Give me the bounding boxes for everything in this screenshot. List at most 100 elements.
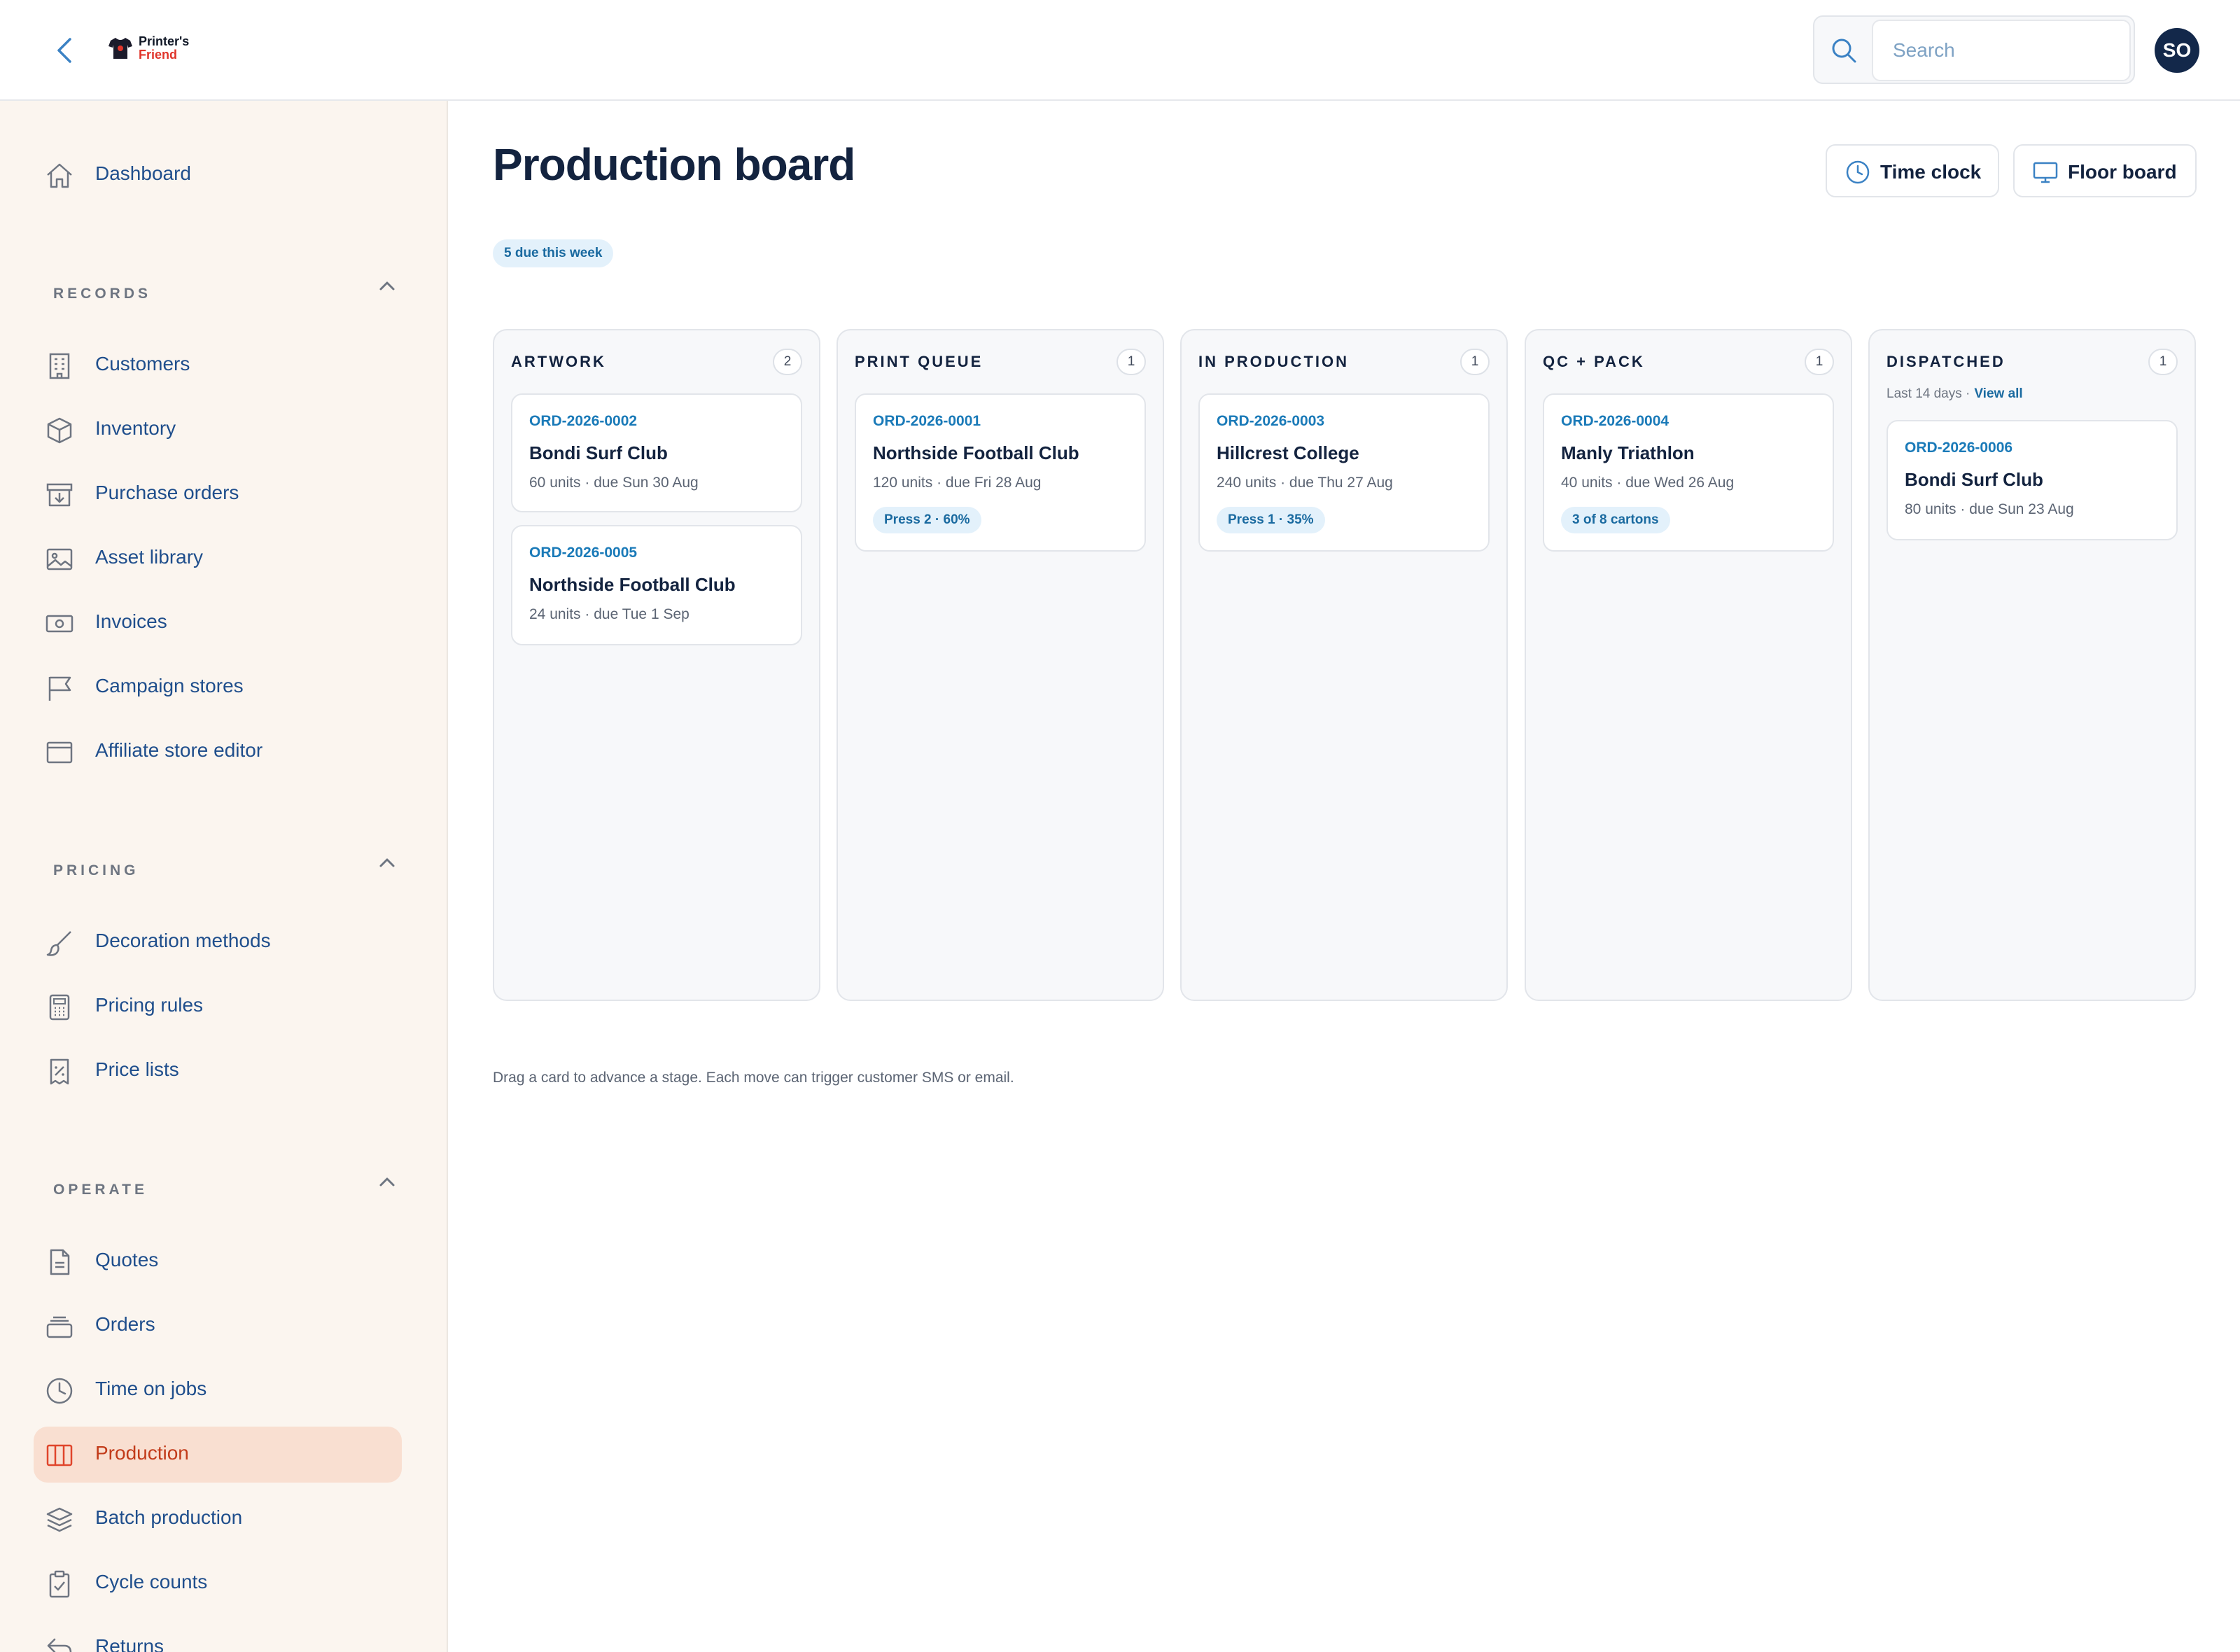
column-title: DISPATCHED bbox=[1886, 353, 2005, 370]
customer-name: Bondi Surf Club bbox=[1905, 469, 2043, 490]
customer-name: Hillcrest College bbox=[1217, 442, 1359, 463]
board-column-qc-pack: QC + PACK 1 ORD-2026-0004 Manly Triathlo… bbox=[1525, 329, 1852, 1001]
image-icon bbox=[46, 548, 73, 570]
due-this-week-badge: 5 due this week bbox=[493, 239, 614, 267]
receipt-percent-icon bbox=[50, 1058, 69, 1085]
sidebar-item-price-lists[interactable]: Price lists bbox=[34, 1043, 402, 1099]
search-icon[interactable] bbox=[1830, 36, 1858, 64]
sidebar-item-label: Orders bbox=[95, 1313, 155, 1335]
order-id-link[interactable]: ORD-2026-0003 bbox=[1217, 413, 1324, 430]
sidebar-item-campaign-stores[interactable]: Campaign stores bbox=[34, 659, 402, 715]
logo-line-1: Printer's bbox=[139, 34, 190, 48]
time-clock-label: Time clock bbox=[1880, 161, 1982, 183]
order-id-link[interactable]: ORD-2026-0002 bbox=[529, 413, 637, 430]
monitor-icon bbox=[2033, 162, 2058, 183]
sidebar-item-label: Campaign stores bbox=[95, 675, 244, 696]
view-all-link[interactable]: View all bbox=[1974, 386, 2022, 401]
order-id-link[interactable]: ORD-2026-0001 bbox=[873, 413, 981, 430]
sidebar-item-label: Customers bbox=[95, 353, 190, 374]
floor-board-label: Floor board bbox=[2068, 161, 2177, 183]
chevron-left-icon bbox=[57, 38, 71, 63]
customer-name: Bondi Surf Club bbox=[529, 442, 668, 463]
order-card[interactable]: ORD-2026-0003 Hillcrest College 240 unit… bbox=[1198, 393, 1490, 552]
sidebar-item-pricing-rules[interactable]: Pricing rules bbox=[34, 979, 402, 1035]
column-title: PRINT QUEUE bbox=[855, 353, 983, 370]
column-count-badge: 1 bbox=[1460, 349, 1490, 375]
tshirt-logo-icon bbox=[108, 38, 132, 59]
section-title-operate: OPERATE bbox=[53, 1182, 148, 1198]
top-header: Printer's Friend SO bbox=[0, 0, 2240, 101]
box-icon bbox=[47, 417, 72, 444]
sidebar-item-customers[interactable]: Customers bbox=[34, 337, 402, 393]
order-meta: 240 units · due Thu 27 Aug bbox=[1217, 475, 1393, 491]
order-card[interactable]: ORD-2026-0002 Bondi Surf Club 60 units ·… bbox=[511, 393, 802, 512]
return-arrow-icon bbox=[47, 1638, 72, 1652]
back-button[interactable] bbox=[50, 34, 78, 67]
sidebar-item-asset-library[interactable]: Asset library bbox=[34, 531, 402, 587]
sidebar: Dashboard RECORDS Customers Inventory Pu… bbox=[0, 101, 448, 1652]
column-title: ARTWORK bbox=[511, 353, 606, 370]
columns-icon bbox=[46, 1444, 73, 1466]
app-logo[interactable]: Printer's Friend bbox=[108, 35, 189, 62]
logo-line-2: Friend bbox=[139, 48, 178, 62]
chevron-up-icon[interactable] bbox=[375, 851, 399, 875]
time-clock-button[interactable]: Time clock bbox=[1826, 144, 1999, 197]
sidebar-item-label: Inventory bbox=[95, 417, 176, 439]
sidebar-item-orders[interactable]: Orders bbox=[34, 1298, 402, 1354]
sidebar-item-returns[interactable]: Returns bbox=[34, 1620, 402, 1652]
section-title-pricing: PRICING bbox=[53, 862, 139, 878]
sidebar-item-label: Decoration methods bbox=[95, 930, 271, 951]
sidebar-item-decoration-methods[interactable]: Decoration methods bbox=[34, 914, 402, 970]
sidebar-item-cycle-counts[interactable]: Cycle counts bbox=[34, 1555, 402, 1611]
column-count-badge: 2 bbox=[773, 349, 802, 375]
order-card[interactable]: ORD-2026-0005 Northside Football Club 24… bbox=[511, 525, 802, 645]
sidebar-item-invoices[interactable]: Invoices bbox=[34, 595, 402, 651]
home-icon bbox=[47, 163, 72, 188]
progress-tag: Press 1 · 35% bbox=[1217, 507, 1325, 533]
order-meta: 120 units · due Fri 28 Aug bbox=[873, 475, 1042, 491]
board-column-print-queue: PRINT QUEUE 1 ORD-2026-0001 Northside Fo… bbox=[836, 329, 1164, 1001]
sidebar-item-label: Cycle counts bbox=[95, 1571, 208, 1592]
progress-tag: Press 2 · 60% bbox=[873, 507, 981, 533]
board-column-dispatched: DISPATCHED 1 Last 14 days · View all ORD-… bbox=[1868, 329, 2196, 1001]
sidebar-item-label: Quotes bbox=[95, 1249, 159, 1270]
order-id-link[interactable]: ORD-2026-0006 bbox=[1905, 440, 2012, 456]
sidebar-item-label: Returns bbox=[95, 1635, 164, 1652]
sidebar-item-quotes[interactable]: Quotes bbox=[34, 1233, 402, 1289]
sidebar-item-time-on-jobs[interactable]: Time on jobs bbox=[34, 1362, 402, 1418]
search-box bbox=[1813, 15, 2135, 84]
sidebar-item-inventory[interactable]: Inventory bbox=[34, 402, 402, 458]
sidebar-item-label: Purchase orders bbox=[95, 482, 239, 503]
order-id-link[interactable]: ORD-2026-0004 bbox=[1561, 413, 1669, 430]
order-id-link[interactable]: ORD-2026-0005 bbox=[529, 545, 637, 561]
floor-board-button[interactable]: Floor board bbox=[2013, 144, 2197, 197]
chevron-up-icon[interactable] bbox=[375, 1170, 399, 1194]
sidebar-item-dashboard[interactable]: Dashboard bbox=[34, 147, 402, 203]
customer-name: Northside Football Club bbox=[529, 574, 736, 595]
user-avatar[interactable]: SO bbox=[2155, 28, 2199, 73]
sidebar-item-purchase-orders[interactable]: Purchase orders bbox=[34, 466, 402, 522]
sidebar-item-label: Dashboard bbox=[95, 162, 191, 184]
section-title-records: RECORDS bbox=[53, 286, 152, 302]
order-meta: 80 units · due Sun 23 Aug bbox=[1905, 501, 2074, 517]
calculator-icon bbox=[49, 994, 70, 1021]
clock-icon bbox=[1846, 160, 1870, 184]
banknote-icon bbox=[46, 615, 74, 633]
sidebar-item-production[interactable]: Production bbox=[34, 1427, 402, 1483]
order-card[interactable]: ORD-2026-0004 Manly Triathlon 40 units ·… bbox=[1543, 393, 1834, 552]
column-title: QC + PACK bbox=[1543, 353, 1645, 370]
order-meta: 60 units · due Sun 30 Aug bbox=[529, 475, 699, 491]
order-card[interactable]: ORD-2026-0001 Northside Football Club 12… bbox=[855, 393, 1146, 552]
sidebar-item-label: Time on jobs bbox=[95, 1378, 207, 1399]
sidebar-item-affiliate-store-editor[interactable]: Affiliate store editor bbox=[34, 724, 402, 780]
column-subtitle: Last 14 days · View all bbox=[1886, 386, 2023, 402]
dispatched-range-text: Last 14 days · bbox=[1886, 386, 1970, 401]
sidebar-item-label: Invoices bbox=[95, 610, 167, 632]
chevron-up-icon[interactable] bbox=[375, 274, 399, 298]
order-card[interactable]: ORD-2026-0006 Bondi Surf Club 80 units ·… bbox=[1886, 420, 2178, 540]
sidebar-item-batch-production[interactable]: Batch production bbox=[34, 1491, 402, 1547]
sidebar-item-label: Batch production bbox=[95, 1506, 243, 1528]
order-meta: 24 units · due Tue 1 Sep bbox=[529, 606, 690, 622]
search-input[interactable] bbox=[1872, 20, 2131, 81]
customer-name: Manly Triathlon bbox=[1561, 442, 1695, 463]
